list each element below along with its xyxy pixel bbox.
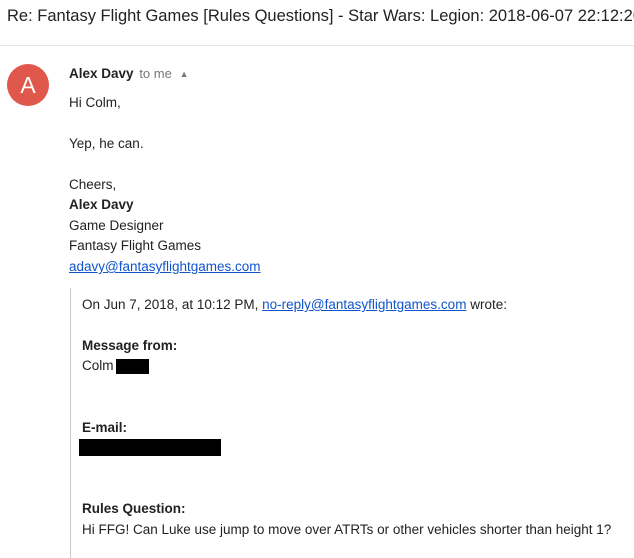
signoff: Cheers, [69,177,117,192]
header-divider [0,45,634,46]
message-from-value: Colm [82,358,114,373]
sender-line: Alex Davy to me ▲ [69,66,189,81]
redacted-surname [116,359,149,374]
signature-email-link[interactable]: adavy@fantasyflightgames.com [69,259,261,274]
recipient-details-icon[interactable]: ▲ [180,69,189,79]
quoted-header-prefix: On Jun 7, 2018, at 10:12 PM, [82,297,259,312]
sender-avatar[interactable]: A [7,64,49,106]
greeting: Hi Colm, [69,95,121,110]
redacted-email [79,439,221,456]
rules-question-label: Rules Question: [82,501,186,516]
email-label: E-mail: [82,420,128,435]
signature-title: Game Designer [69,218,164,233]
signature-name: Alex Davy [69,197,134,212]
message-body: Yep, he can. [69,136,144,151]
message-from-label: Message from: [82,338,178,353]
quote-bar [70,288,71,558]
email-subject: Re: Fantasy Flight Games [Rules Question… [7,7,634,25]
recipient-label: to me [139,66,172,81]
rules-question-text: Hi FFG! Can Luke use jump to move over A… [82,522,612,537]
sender-name[interactable]: Alex Davy [69,66,134,81]
quoted-header-email-link[interactable]: no-reply@fantasyflightgames.com [262,297,466,312]
signature-company: Fantasy Flight Games [69,238,202,253]
quoted-header: On Jun 7, 2018, at 10:12 PM, no-reply@fa… [82,297,507,312]
quoted-header-suffix: wrote: [470,297,507,312]
